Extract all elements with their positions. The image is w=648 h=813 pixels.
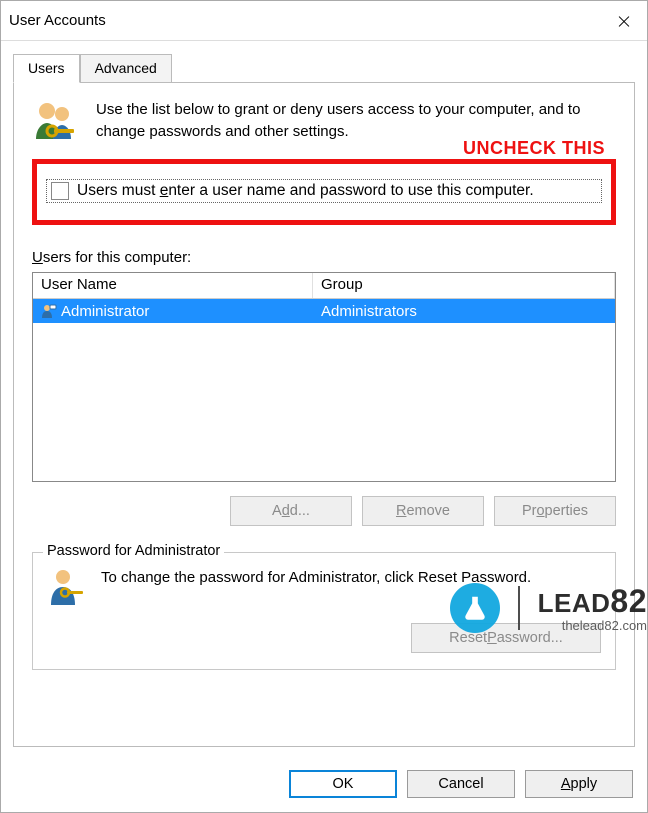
- users-keys-icon: [32, 99, 80, 147]
- window-title: User Accounts: [9, 12, 106, 29]
- must-enter-password-label: Users must enter a user name and passwor…: [77, 182, 534, 200]
- reset-password-button[interactable]: Reset Password...: [411, 623, 601, 653]
- user-key-icon: [47, 567, 87, 607]
- password-groupbox: Password for Administrator To change the…: [32, 552, 616, 670]
- must-enter-password-row[interactable]: Users must enter a user name and passwor…: [47, 180, 601, 202]
- password-instruction-text: To change the password for Administrator…: [101, 567, 531, 607]
- add-user-button[interactable]: Add...: [230, 496, 352, 526]
- dialog-footer: OK Cancel Apply: [289, 770, 633, 798]
- user-accounts-dialog: User Accounts Users Advanced: [0, 0, 648, 813]
- titlebar: User Accounts: [1, 1, 647, 41]
- apply-button[interactable]: Apply: [525, 770, 633, 798]
- annotation-label: UNCHECK THIS: [463, 138, 605, 159]
- password-groupbox-legend: Password for Administrator: [43, 543, 224, 559]
- column-header-group[interactable]: Group: [313, 273, 615, 298]
- user-buttons-row: Add... Remove Properties: [32, 496, 616, 526]
- cancel-button[interactable]: Cancel: [407, 770, 515, 798]
- user-admin-icon: [41, 303, 57, 319]
- listview-header[interactable]: User Name Group: [33, 273, 615, 299]
- ok-button[interactable]: OK: [289, 770, 397, 798]
- tab-users[interactable]: Users: [13, 54, 80, 83]
- client-area: Users Advanced Use the lis: [1, 41, 647, 747]
- properties-button[interactable]: Properties: [494, 496, 616, 526]
- tab-advanced[interactable]: Advanced: [80, 54, 172, 82]
- list-item-group: Administrators: [313, 303, 615, 320]
- users-for-computer-label: Users for this computer:: [32, 249, 616, 266]
- list-item-username: Administrator: [33, 303, 313, 320]
- tab-advanced-label: Advanced: [95, 60, 157, 76]
- remove-user-button[interactable]: Remove: [362, 496, 484, 526]
- tab-users-label: Users: [28, 60, 65, 76]
- tab-row: Users Advanced: [13, 53, 635, 83]
- annotation-highlight: UNCHECK THIS Users must enter a user nam…: [32, 159, 616, 225]
- close-icon[interactable]: [601, 1, 647, 41]
- list-item[interactable]: Administrator Administrators: [33, 299, 615, 323]
- must-enter-password-checkbox[interactable]: [51, 182, 69, 200]
- column-header-username[interactable]: User Name: [33, 273, 313, 298]
- tab-panel-users: Use the list below to grant or deny user…: [13, 83, 635, 747]
- users-listview[interactable]: User Name Group: [32, 272, 616, 482]
